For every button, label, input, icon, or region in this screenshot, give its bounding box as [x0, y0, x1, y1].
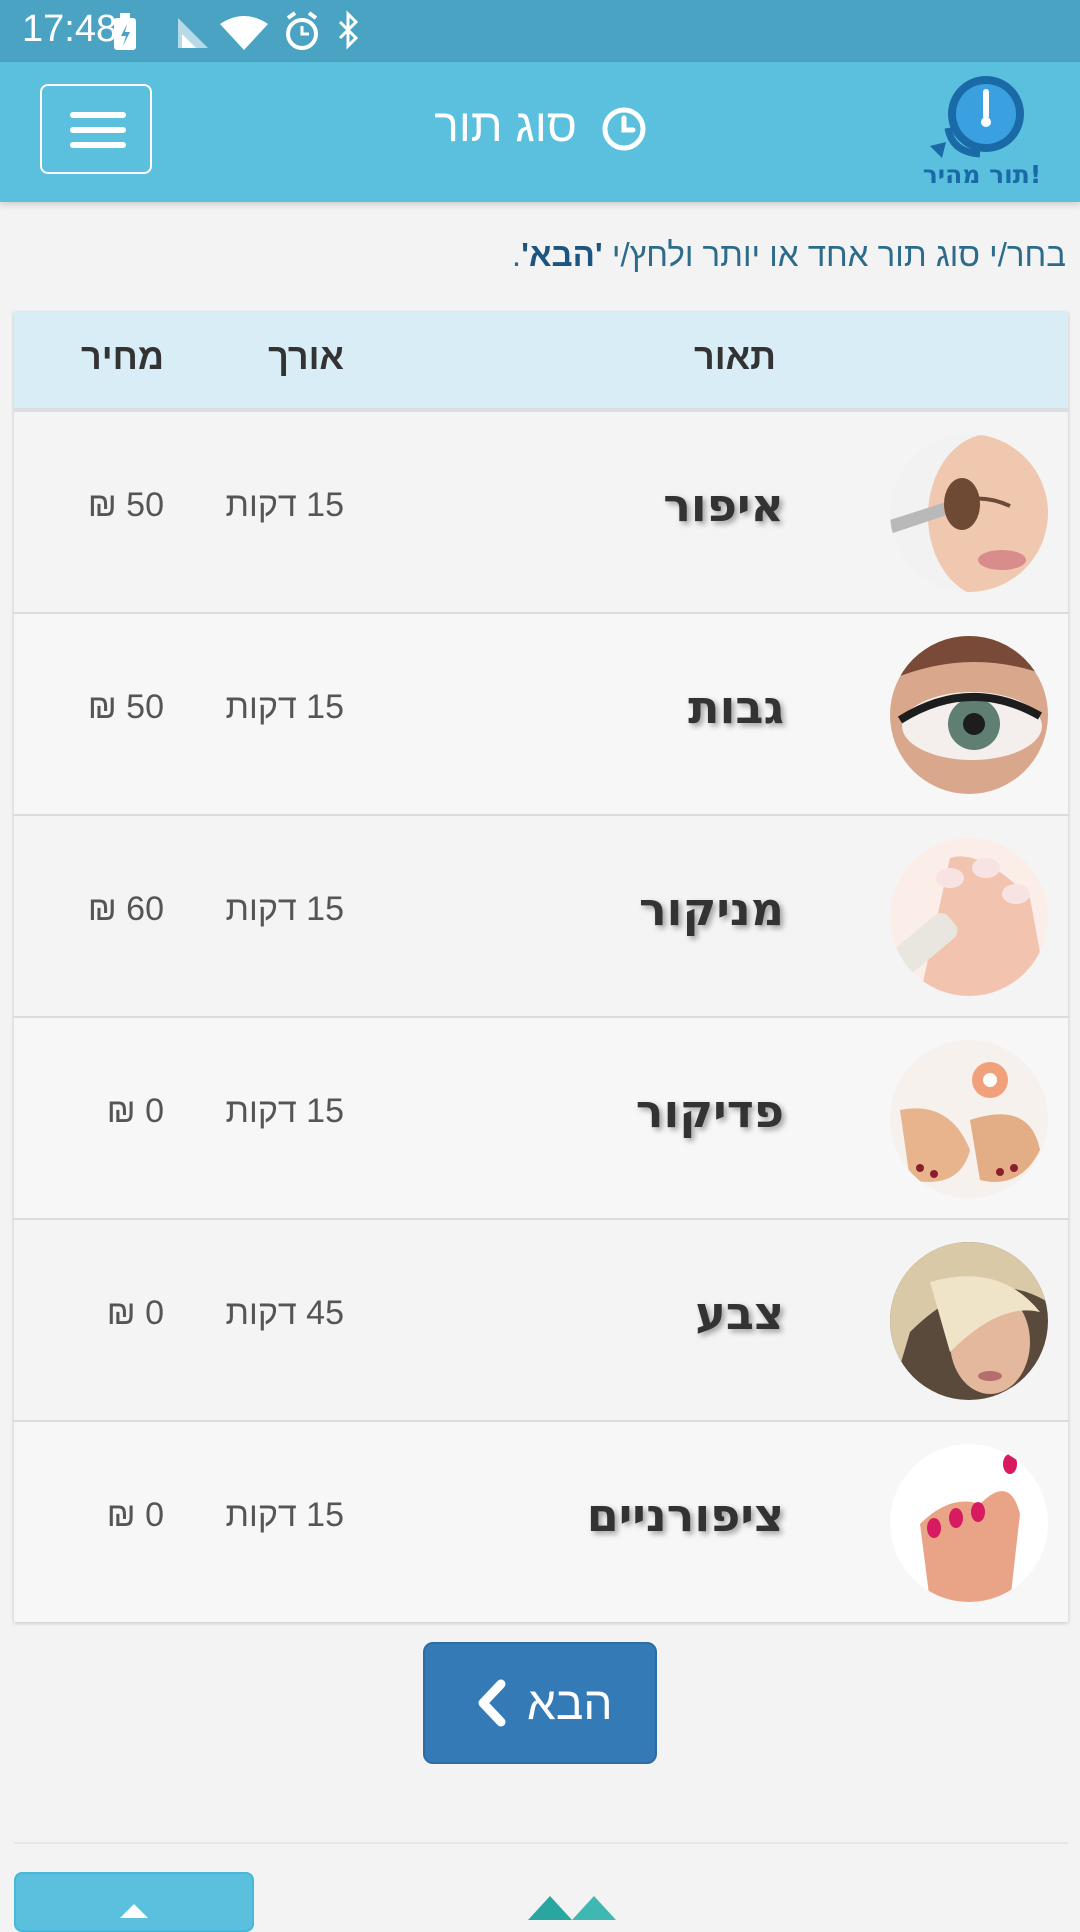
table-row[interactable]: פדיקור 15 דקות 0 ₪ [14, 1018, 1068, 1220]
clock-icon [602, 107, 646, 151]
status-icons [114, 10, 359, 50]
logo-text: תור מהיר! [922, 160, 1042, 189]
page-title: סוג תור [0, 98, 1080, 152]
instructions-suffix: . [511, 236, 522, 273]
alarm-clock-icon [286, 11, 318, 50]
service-image-makeup [890, 434, 1048, 592]
service-price: 50 ₪ [87, 688, 164, 726]
pedicure-image [890, 1040, 1048, 1198]
service-image-hair-color [890, 1242, 1048, 1400]
instructions-highlight: 'הבא' [521, 236, 603, 273]
service-length: 15 דקות [225, 688, 345, 726]
table-row[interactable]: ציפורניים 15 דקות 0 ₪ [14, 1422, 1068, 1622]
app-logo[interactable]: תור מהיר! [920, 68, 1048, 196]
service-price: 0 ₪ [106, 1496, 164, 1534]
service-image-eyebrows [890, 636, 1048, 794]
service-image-pedicure [890, 1040, 1048, 1198]
column-header-length: אורך [268, 336, 344, 377]
hair-color-image [890, 1242, 1048, 1400]
service-length: 15 דקות [225, 1496, 345, 1534]
service-length: 15 דקות [225, 1092, 345, 1130]
signal-icon [178, 18, 208, 48]
service-name: ציפורניים [586, 1488, 784, 1542]
status-bar: 17:48 [0, 0, 1080, 62]
scroll-to-top-button[interactable] [14, 1872, 254, 1932]
service-name: פדיקור [635, 1084, 784, 1138]
service-price: 0 ₪ [106, 1294, 164, 1332]
table-row[interactable]: גבות 15 דקות 50 ₪ [14, 614, 1068, 816]
footer-logo-icon [528, 1896, 616, 1920]
footer-divider [14, 1842, 1068, 1844]
chevron-up-icon [120, 1904, 148, 1918]
service-price: 50 ₪ [87, 486, 164, 524]
makeup-image [890, 434, 1048, 592]
column-header-description: תאור [693, 336, 776, 377]
service-name: צבע [695, 1286, 784, 1340]
instructions-text: בחר/י סוג תור אחד או יותר ולחץ/י [602, 236, 1066, 273]
chevron-left-icon [478, 1679, 506, 1727]
app-header: סוג תור תור מהיר! [0, 62, 1080, 202]
service-image-nails [890, 1444, 1048, 1602]
manicure-image [890, 838, 1048, 996]
instructions: בחר/י סוג תור אחד או יותר ולחץ/י 'הבא'. [16, 236, 1066, 274]
service-length: 15 דקות [225, 890, 345, 928]
service-name: מניקור [638, 882, 784, 936]
table-row[interactable]: מניקור 15 דקות 60 ₪ [14, 816, 1068, 1018]
service-name: גבות [688, 680, 784, 734]
table-row[interactable]: צבע 45 דקות 0 ₪ [14, 1220, 1068, 1422]
eye-image [890, 636, 1048, 794]
wifi-icon [220, 16, 268, 50]
services-table: תאור אורך מחיר איפור 15 דקות 50 ₪ גבות 1… [14, 312, 1068, 1622]
service-length: 45 דקות [225, 1294, 345, 1332]
service-price: 0 ₪ [106, 1092, 164, 1130]
battery-charging-icon [114, 13, 136, 50]
logo-clock-icon [930, 76, 1024, 158]
table-row[interactable]: איפור 15 דקות 50 ₪ [14, 412, 1068, 614]
service-image-manicure [890, 838, 1048, 996]
table-header: תאור אורך מחיר [14, 312, 1068, 412]
column-header-price: מחיר [81, 336, 164, 377]
service-length: 15 דקות [225, 486, 345, 524]
service-price: 60 ₪ [87, 890, 164, 928]
page-title-text: סוג תור [434, 99, 577, 151]
next-button-label: הבא [527, 1677, 613, 1729]
status-time: 17:48 [22, 8, 118, 50]
service-name: איפור [663, 478, 784, 532]
next-button[interactable]: הבא [423, 1642, 657, 1764]
bluetooth-icon [338, 10, 359, 50]
nails-image [890, 1444, 1048, 1602]
